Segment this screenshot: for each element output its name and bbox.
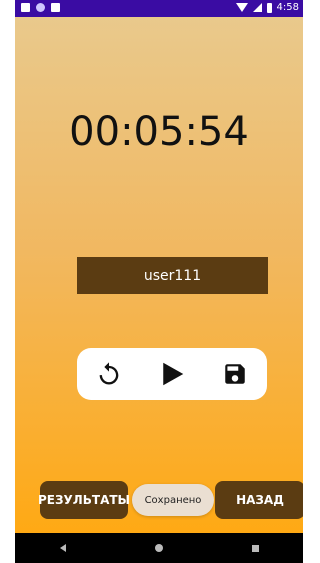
signal-icon bbox=[252, 3, 262, 12]
status-icons-left bbox=[21, 3, 60, 12]
battery-icon bbox=[266, 2, 272, 13]
toast-message: Сохранено bbox=[132, 484, 214, 516]
back-icon[interactable] bbox=[59, 544, 66, 552]
save-icon bbox=[225, 364, 246, 384]
notification-a-icon bbox=[21, 3, 30, 12]
play-button[interactable] bbox=[155, 357, 189, 391]
restart-button[interactable] bbox=[92, 357, 126, 391]
sd-card-icon bbox=[51, 3, 60, 12]
back-button[interactable]: НАЗАД bbox=[215, 481, 303, 519]
circle-icon bbox=[36, 3, 45, 12]
user-name-field[interactable]: user111 bbox=[77, 257, 268, 294]
restart-icon bbox=[99, 362, 118, 385]
phone-screen: 4:58 00:05:54 user111 РЕЗУЛЬТАТЫ Сохране… bbox=[15, 0, 303, 563]
status-time: 4:58 bbox=[276, 2, 299, 13]
save-button[interactable] bbox=[218, 357, 252, 391]
play-icon bbox=[163, 362, 184, 386]
results-button[interactable]: РЕЗУЛЬТАТЫ bbox=[38, 481, 130, 519]
recents-icon[interactable] bbox=[251, 544, 259, 552]
control-panel bbox=[77, 348, 267, 400]
home-icon[interactable] bbox=[154, 544, 163, 552]
timer-display: 00:05:54 bbox=[69, 109, 249, 155]
app-content: 00:05:54 user111 РЕЗУЛЬТАТЫ Сохранено НА… bbox=[15, 17, 303, 533]
navigation-bar bbox=[15, 533, 303, 563]
status-icons-right: 4:58 bbox=[235, 2, 299, 13]
status-bar: 4:58 bbox=[15, 0, 303, 17]
wifi-icon bbox=[235, 3, 248, 12]
